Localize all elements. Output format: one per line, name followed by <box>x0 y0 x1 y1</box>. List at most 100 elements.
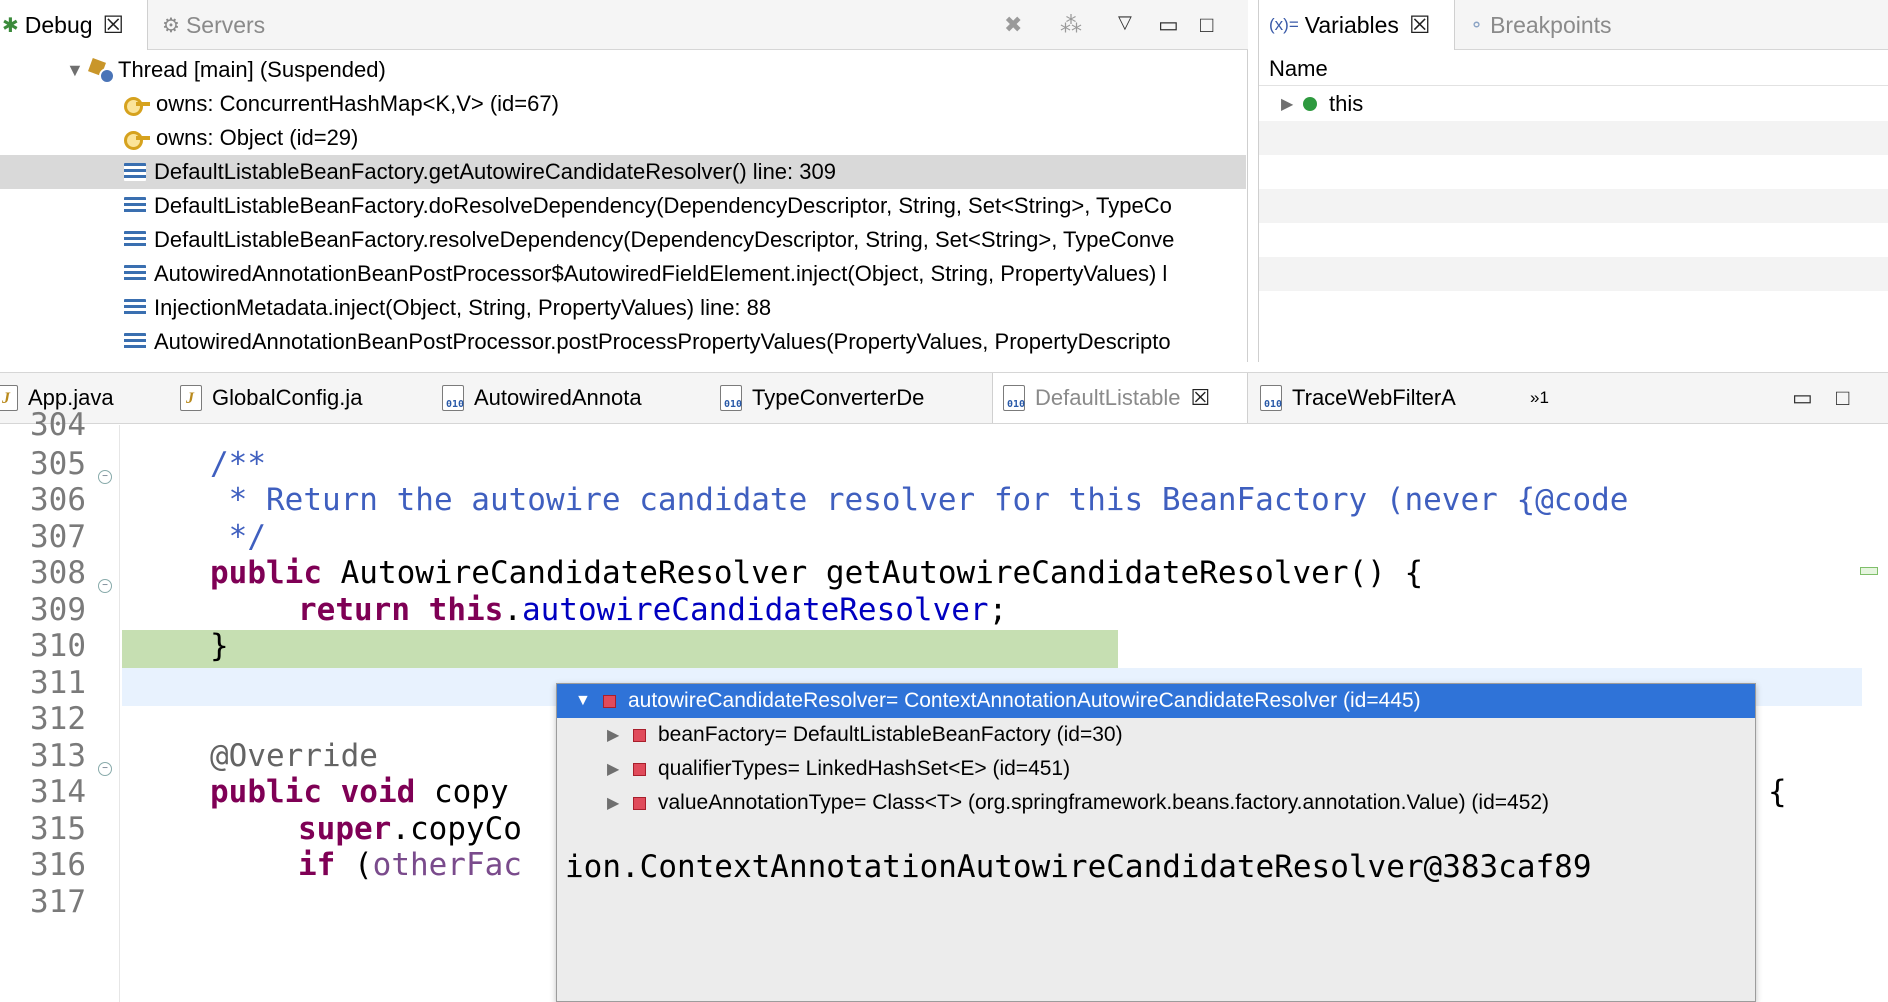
line-number-gutter[interactable]: 304 305 306 307 308 309 310 311 312 313 … <box>0 407 120 1002</box>
popup-row-label: beanFactory= DefaultListableBeanFactory … <box>658 723 1123 746</box>
editor-tab-tracewebfiltera[interactable]: 010 TraceWebFilterA <box>1260 373 1456 423</box>
editor-tab-label: AutowiredAnnota <box>474 385 642 410</box>
editor-tab-autowiredannota[interactable]: 010 AutowiredAnnota <box>442 373 642 423</box>
line-number: 313 <box>30 738 86 774</box>
variables-icon: (x)= <box>1269 15 1299 34</box>
tab-servers[interactable]: ⚙ Servers <box>162 0 265 50</box>
expand-triangle-icon[interactable]: ▶ <box>607 793 625 813</box>
monitor-label: owns: ConcurrentHashMap<K,V> (id=67) <box>156 91 559 116</box>
fold-toggle-icon[interactable]: − <box>98 470 112 484</box>
tab-variables[interactable]: (x)= Variables ☒ <box>1259 0 1455 50</box>
close-icon[interactable]: ☒ <box>1409 11 1431 40</box>
editor-tab-label: DefaultListable <box>1035 385 1181 410</box>
remove-all-icon[interactable]: ⁂ <box>1060 12 1082 38</box>
empty-row <box>1259 223 1888 257</box>
remove-launch-icon[interactable]: ✖ <box>1004 12 1022 38</box>
tab-debug-label: Debug <box>24 11 93 38</box>
variable-name: this <box>1329 91 1364 116</box>
class-file-icon: 010 <box>1260 385 1282 411</box>
stack-frame-label: AutowiredAnnotationBeanPostProcessor.pos… <box>154 329 1171 354</box>
monitor-row[interactable]: owns: Object (id=29) <box>0 121 1246 155</box>
empty-row <box>1259 155 1888 189</box>
line-number: 316 <box>30 847 86 883</box>
keyword: super <box>298 811 392 847</box>
code-text: ( <box>335 847 373 883</box>
tab-breakpoints-label: Breakpoints <box>1490 11 1612 38</box>
thread-row[interactable]: ▼ Thread [main] (Suspended) <box>0 53 1246 87</box>
maximize-icon[interactable]: □ <box>1200 12 1213 38</box>
java-file-icon: J <box>180 385 202 411</box>
name-column-header[interactable]: Name <box>1259 52 1888 86</box>
stack-frame-row[interactable]: DefaultListableBeanFactory.doResolveDepe… <box>0 189 1246 223</box>
field-reference[interactable]: autowireCandidateResolver <box>522 592 989 628</box>
line-number: 311 <box>30 665 86 701</box>
stack-frame-row[interactable]: AutowiredAnnotationBeanPostProcessor$Aut… <box>0 257 1246 291</box>
thread-icon <box>88 58 115 84</box>
editor-tab-defaultlistable[interactable]: 010 DefaultListable ☒ <box>992 373 1248 423</box>
popup-tree-row[interactable]: ▼ autowireCandidateResolver= ContextAnno… <box>557 684 1755 718</box>
fold-toggle-icon[interactable]: − <box>98 762 112 776</box>
class-file-icon: 010 <box>720 385 742 411</box>
keyword: public void <box>210 774 416 810</box>
code-line: * Return the autowire candidate resolver… <box>210 482 1629 518</box>
debug-view: ✱ Debug ☒ ⚙ Servers ✖ ⁂ ▽ ▭ □ ▼ Thread [… <box>0 0 1248 362</box>
stack-frame-icon <box>124 231 146 249</box>
tab-overflow-button[interactable]: »1 <box>1530 373 1549 423</box>
empty-row <box>1259 189 1888 223</box>
stack-frame-label: DefaultListableBeanFactory.getAutowireCa… <box>154 159 836 184</box>
code-line: return this.autowireCandidateResolver; <box>298 592 1007 628</box>
stack-frame-row[interactable]: AutowiredAnnotationBeanPostProcessor.pos… <box>0 325 1246 359</box>
stack-frame-row[interactable]: DefaultListableBeanFactory.getAutowireCa… <box>0 155 1246 189</box>
code-line: if (otherFac <box>298 847 522 883</box>
editor-tabbar: J App.java J GlobalConfig.ja 010 Autowir… <box>0 372 1888 424</box>
code-text: ; <box>988 592 1008 628</box>
code-text: copy <box>415 774 509 810</box>
line-number: 310 <box>30 628 86 664</box>
minimize-icon[interactable]: ▭ <box>1792 385 1813 411</box>
collapse-triangle-icon[interactable]: ▼ <box>575 692 593 710</box>
stack-frame-row[interactable]: InjectionMetadata.inject(Object, String,… <box>0 291 1246 325</box>
keyword: return <box>298 592 410 628</box>
public-field-icon <box>1303 97 1317 111</box>
expand-triangle-icon[interactable]: ▼ <box>66 60 88 81</box>
private-field-icon <box>603 694 616 708</box>
editor-tab-typeconverterde[interactable]: 010 TypeConverterDe <box>720 373 924 423</box>
popup-detail-pane[interactable]: ion.ContextAnnotationAutowireCandidateRe… <box>557 849 1755 885</box>
maximize-icon[interactable]: □ <box>1836 385 1849 411</box>
tab-variables-label: Variables <box>1304 11 1399 38</box>
fold-toggle-icon[interactable]: − <box>98 579 112 593</box>
editor-tab-globalconfig[interactable]: J GlobalConfig.ja <box>180 373 362 423</box>
expand-triangle-icon[interactable]: ▶ <box>607 725 625 745</box>
variables-tabbar: (x)= Variables ☒ ⚬ Breakpoints <box>1259 0 1888 50</box>
keyword: if <box>298 847 336 883</box>
class-file-icon: 010 <box>442 385 464 411</box>
monitor-label: owns: Object (id=29) <box>156 125 359 150</box>
view-menu-icon[interactable]: ▽ <box>1118 12 1132 33</box>
minimize-icon[interactable]: ▭ <box>1158 12 1179 38</box>
tab-debug[interactable]: ✱ Debug ☒ <box>0 0 148 50</box>
popup-tree-row[interactable]: ▶ valueAnnotationType= Class<T> (org.spr… <box>557 786 1755 820</box>
code-line: super.copyCo <box>298 811 522 847</box>
stack-frame-label: DefaultListableBeanFactory.doResolveDepe… <box>154 193 1172 218</box>
line-number: 314 <box>30 774 86 810</box>
current-instruction-highlight <box>122 630 1118 668</box>
popup-tree-row[interactable]: ▶ qualifierTypes= LinkedHashSet<E> (id=4… <box>557 752 1755 786</box>
private-final-field-icon <box>633 762 646 776</box>
line-number: 312 <box>30 701 86 737</box>
line-number: 315 <box>30 811 86 847</box>
tab-breakpoints[interactable]: ⚬ Breakpoints <box>1469 0 1612 50</box>
stack-frame-row[interactable]: DefaultListableBeanFactory.resolveDepend… <box>0 223 1246 257</box>
monitor-row[interactable]: owns: ConcurrentHashMap<K,V> (id=67) <box>0 87 1246 121</box>
overview-ruler-marker[interactable] <box>1860 567 1878 575</box>
java-file-icon: J <box>0 385 18 411</box>
close-icon[interactable]: ☒ <box>1191 385 1211 411</box>
stack-frame-icon <box>124 265 146 283</box>
close-icon[interactable]: ☒ <box>103 11 125 40</box>
stack-frame-icon <box>124 333 146 351</box>
variable-reference: otherFac <box>372 847 522 883</box>
expand-triangle-icon[interactable]: ▶ <box>607 759 625 779</box>
expand-triangle-icon[interactable]: ▶ <box>1281 94 1303 114</box>
popup-tree-row[interactable]: ▶ beanFactory= DefaultListableBeanFactor… <box>557 718 1755 752</box>
debug-hover-popup[interactable]: ▼ autowireCandidateResolver= ContextAnno… <box>556 683 1756 1002</box>
variable-row[interactable]: ▶ this <box>1259 87 1888 121</box>
